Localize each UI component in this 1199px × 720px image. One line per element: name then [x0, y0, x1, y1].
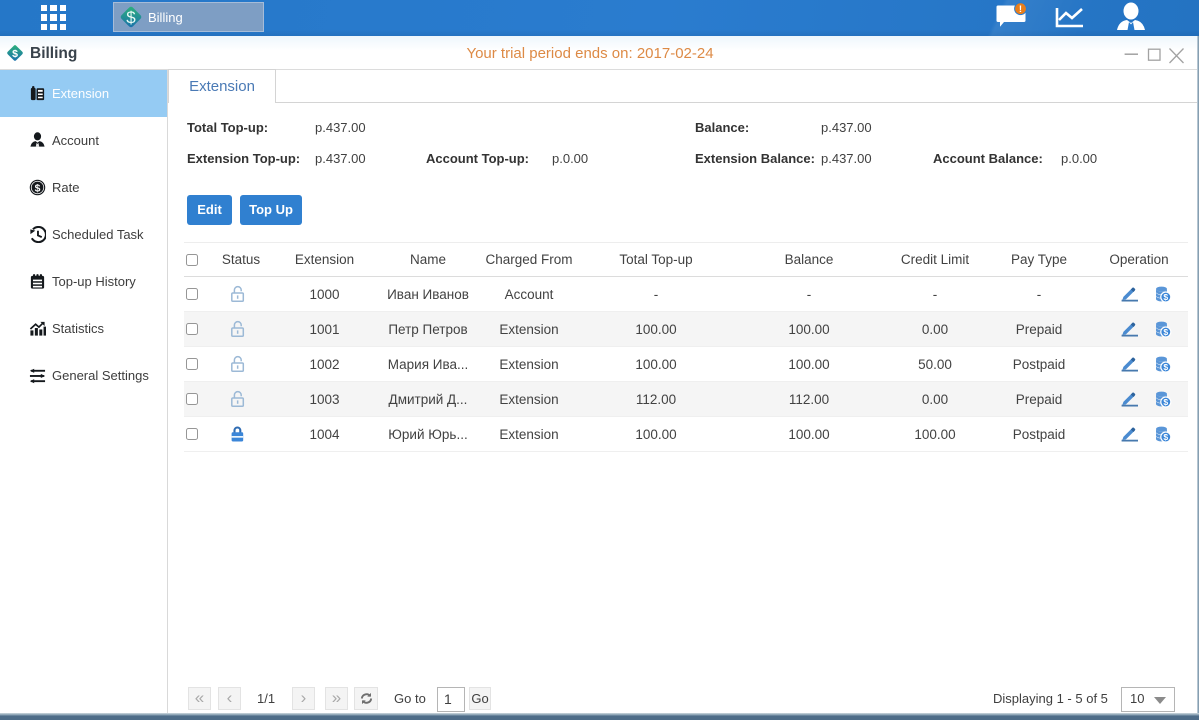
svg-text:$: $: [126, 8, 136, 27]
svg-text:!: !: [1019, 4, 1022, 15]
svg-text:$: $: [35, 183, 41, 194]
